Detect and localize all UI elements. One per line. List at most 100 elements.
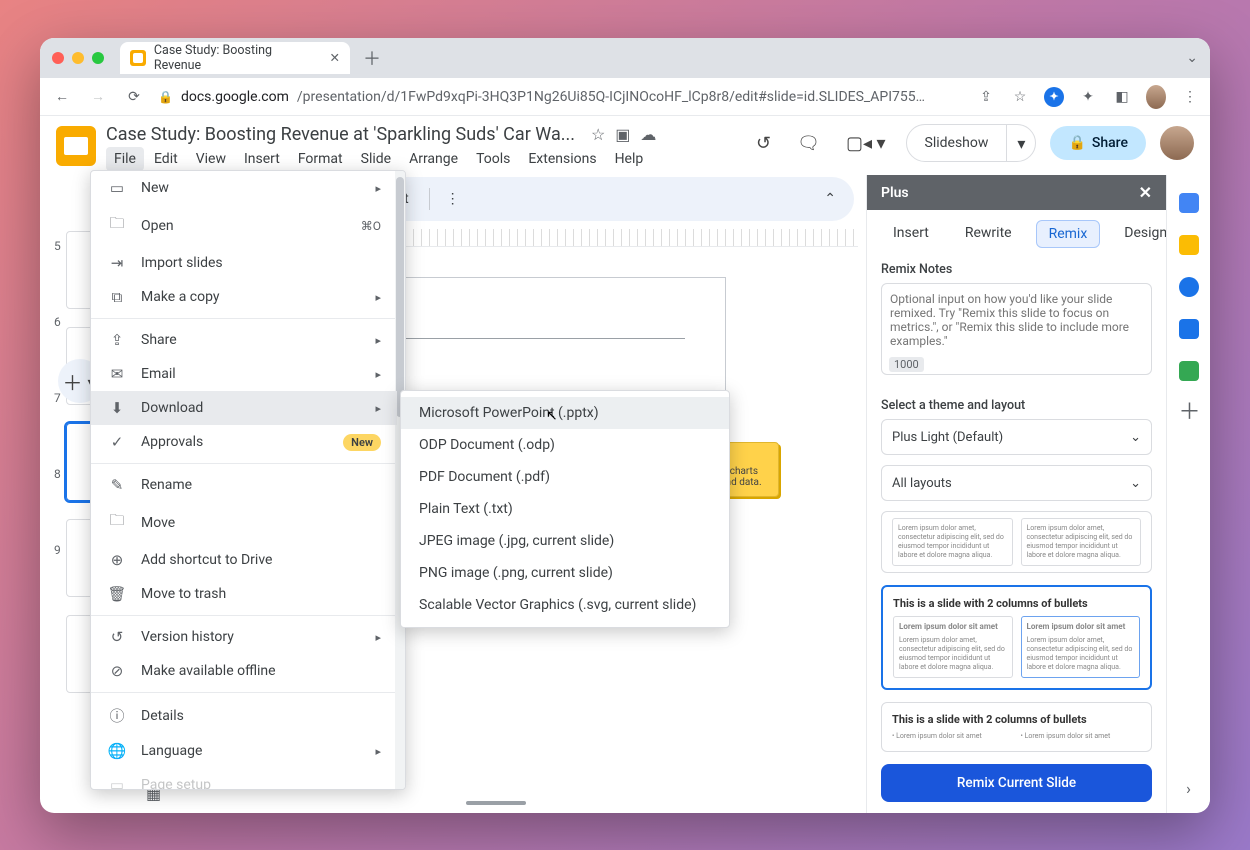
slides-logo-icon[interactable] [56,126,96,166]
minimize-window-icon[interactable] [72,52,84,64]
lorem-text: Lorem ipsum dolor sit amet [896,732,982,740]
maps-icon[interactable] [1179,361,1199,381]
menu-download[interactable]: ⬇Download▸ [91,391,397,425]
menu-version-history[interactable]: ↺Version history▸ [91,620,397,654]
new-tab-button[interactable]: ＋ [358,44,386,72]
menu-page-setup[interactable]: ▭Page setup [91,768,397,790]
download-txt[interactable]: Plain Text (.txt) [401,493,729,525]
close-window-icon[interactable] [52,52,64,64]
menu-new[interactable]: ▭New▸ [91,171,397,205]
hide-rail-icon[interactable]: › [1179,779,1199,799]
url-host: docs.google.com [181,89,289,105]
menu-import-slides[interactable]: ⇥Import slides [91,246,397,280]
file-menu: ▭New▸ 🗀Open⌘O ⇥Import slides ⧉Make a cop… [90,170,406,790]
cloud-status-icon[interactable]: ☁ [640,125,656,144]
calendar-icon[interactable] [1179,193,1199,213]
comments-icon[interactable]: 🗨 [791,127,826,160]
menu-format[interactable]: Format [290,147,351,171]
layout-card[interactable]: This is a slide with 2 columns of bullet… [881,702,1152,752]
menu-share[interactable]: ⇪Share▸ [91,323,397,357]
theme-select[interactable]: Plus Light (Default) ⌄ [881,419,1152,455]
meet-icon[interactable]: ▢◂ ▾ [840,127,892,160]
keep-icon[interactable] [1179,235,1199,255]
share-label: Share [1092,135,1128,151]
star-icon[interactable]: ☆ [591,125,605,144]
download-jpg[interactable]: JPEG image (.jpg, current slide) [401,525,729,557]
tab-title: Case Study: Boosting Revenue [154,43,322,73]
more-tools-icon[interactable]: ⋮ [436,185,470,213]
kebab-menu-icon[interactable]: ⋮ [1180,89,1200,105]
share-button[interactable]: 🔒 Share [1050,126,1146,160]
menu-extensions[interactable]: Extensions [520,147,604,171]
menu-view[interactable]: View [188,147,234,171]
speaker-notes-handle[interactable] [466,801,526,805]
tab-insert[interactable]: Insert [881,220,941,248]
menu-email[interactable]: ✉Email▸ [91,357,397,391]
url-field[interactable]: 🔒 docs.google.com/presentation/d/1FwPd9x… [158,89,964,105]
download-odp[interactable]: ODP Document (.odp) [401,429,729,461]
contacts-icon[interactable] [1179,319,1199,339]
bookmark-icon[interactable]: ☆ [1010,89,1030,105]
get-addons-icon[interactable]: ＋ [1179,403,1199,423]
tab-close-icon[interactable]: ✕ [330,50,340,66]
reload-button[interactable]: ⟳ [122,89,146,105]
slideshow-button[interactable]: Slideshow [907,125,1007,161]
document-title[interactable]: Case Study: Boosting Revenue at 'Sparkli… [106,124,575,145]
layout-select[interactable]: All layouts ⌄ [881,465,1152,501]
menu-file[interactable]: File [106,147,144,171]
profile-avatar-icon[interactable] [1146,85,1166,109]
fullscreen-window-icon[interactable] [92,52,104,64]
info-icon: ⓘ [107,705,127,726]
menu-edit[interactable]: Edit [146,147,186,171]
menu-move-trash[interactable]: 🗑Move to trash [91,577,397,611]
collapse-toolbar-icon[interactable]: ⌃ [814,185,846,213]
menu-tools[interactable]: Tools [468,147,518,171]
tab-rewrite[interactable]: Rewrite [953,220,1024,248]
menu-help[interactable]: Help [607,147,652,171]
menu-language[interactable]: 🌐Language▸ [91,734,397,768]
history-icon[interactable]: ↺ [750,127,777,160]
download-png[interactable]: PNG image (.png, current slide) [401,557,729,589]
char-count: 1000 [889,357,924,372]
menu-arrange[interactable]: Arrange [401,147,466,171]
slide-numbers: 5 6 7 8 9 [40,235,68,813]
slideshow-dropdown[interactable]: ▾ [1006,125,1035,161]
sidepanel-icon[interactable]: ◧ [1112,89,1132,105]
remix-slide-button[interactable]: Remix Current Slide [881,764,1152,802]
menu-details[interactable]: ⓘDetails [91,697,397,734]
lock-icon: 🔒 [158,90,173,104]
download-svg[interactable]: Scalable Vector Graphics (.svg, current … [401,589,729,621]
browser-tab[interactable]: Case Study: Boosting Revenue ✕ [120,42,350,74]
menu-slide[interactable]: Slide [353,147,399,171]
menu-make-copy[interactable]: ⧉Make a copy▸ [91,280,397,314]
layout-card[interactable]: Lorem ipsum dolor amet, consectetur adip… [881,511,1152,573]
extension-badge-icon[interactable]: ✦ [1044,87,1064,107]
menu-move[interactable]: 🗀Move [91,502,397,543]
menu-scrollbar[interactable] [396,177,404,417]
share-url-icon[interactable]: ⇪ [976,89,996,105]
menu-approvals[interactable]: ✓ApprovalsNew [91,425,397,459]
download-pptx[interactable]: Microsoft PowerPoint (.pptx) [401,397,729,429]
menu-offline[interactable]: ⊘Make available offline [91,654,397,688]
download-pdf[interactable]: PDF Document (.pdf) [401,461,729,493]
side-rail: ＋ › [1166,175,1210,813]
remix-notes-label: Remix Notes [881,262,1152,277]
move-to-folder-icon[interactable]: ▣ [615,125,630,144]
copy-icon: ⧉ [107,288,127,306]
theme-select-value: Plus Light (Default) [892,430,1003,445]
menu-open[interactable]: 🗀Open⌘O [91,205,397,246]
address-icons: ⇪ ☆ ✦ ✦ ◧ ⋮ [976,85,1200,109]
menu-add-shortcut[interactable]: ⊕Add shortcut to Drive [91,543,397,577]
document-icon: ▭ [107,179,127,197]
tabs-overflow-icon[interactable]: ⌄ [1186,50,1198,66]
tab-remix[interactable]: Remix [1036,220,1101,248]
email-icon: ✉ [107,365,127,383]
account-avatar-icon[interactable] [1160,126,1194,160]
extensions-icon[interactable]: ✦ [1078,89,1098,105]
close-panel-icon[interactable]: ✕ [1139,183,1152,202]
menu-rename[interactable]: ✎Rename [91,468,397,502]
back-button[interactable]: ← [50,88,74,105]
layout-card[interactable]: This is a slide with 2 columns of bullet… [881,585,1152,690]
tasks-icon[interactable] [1179,277,1199,297]
menu-insert[interactable]: Insert [236,147,288,171]
